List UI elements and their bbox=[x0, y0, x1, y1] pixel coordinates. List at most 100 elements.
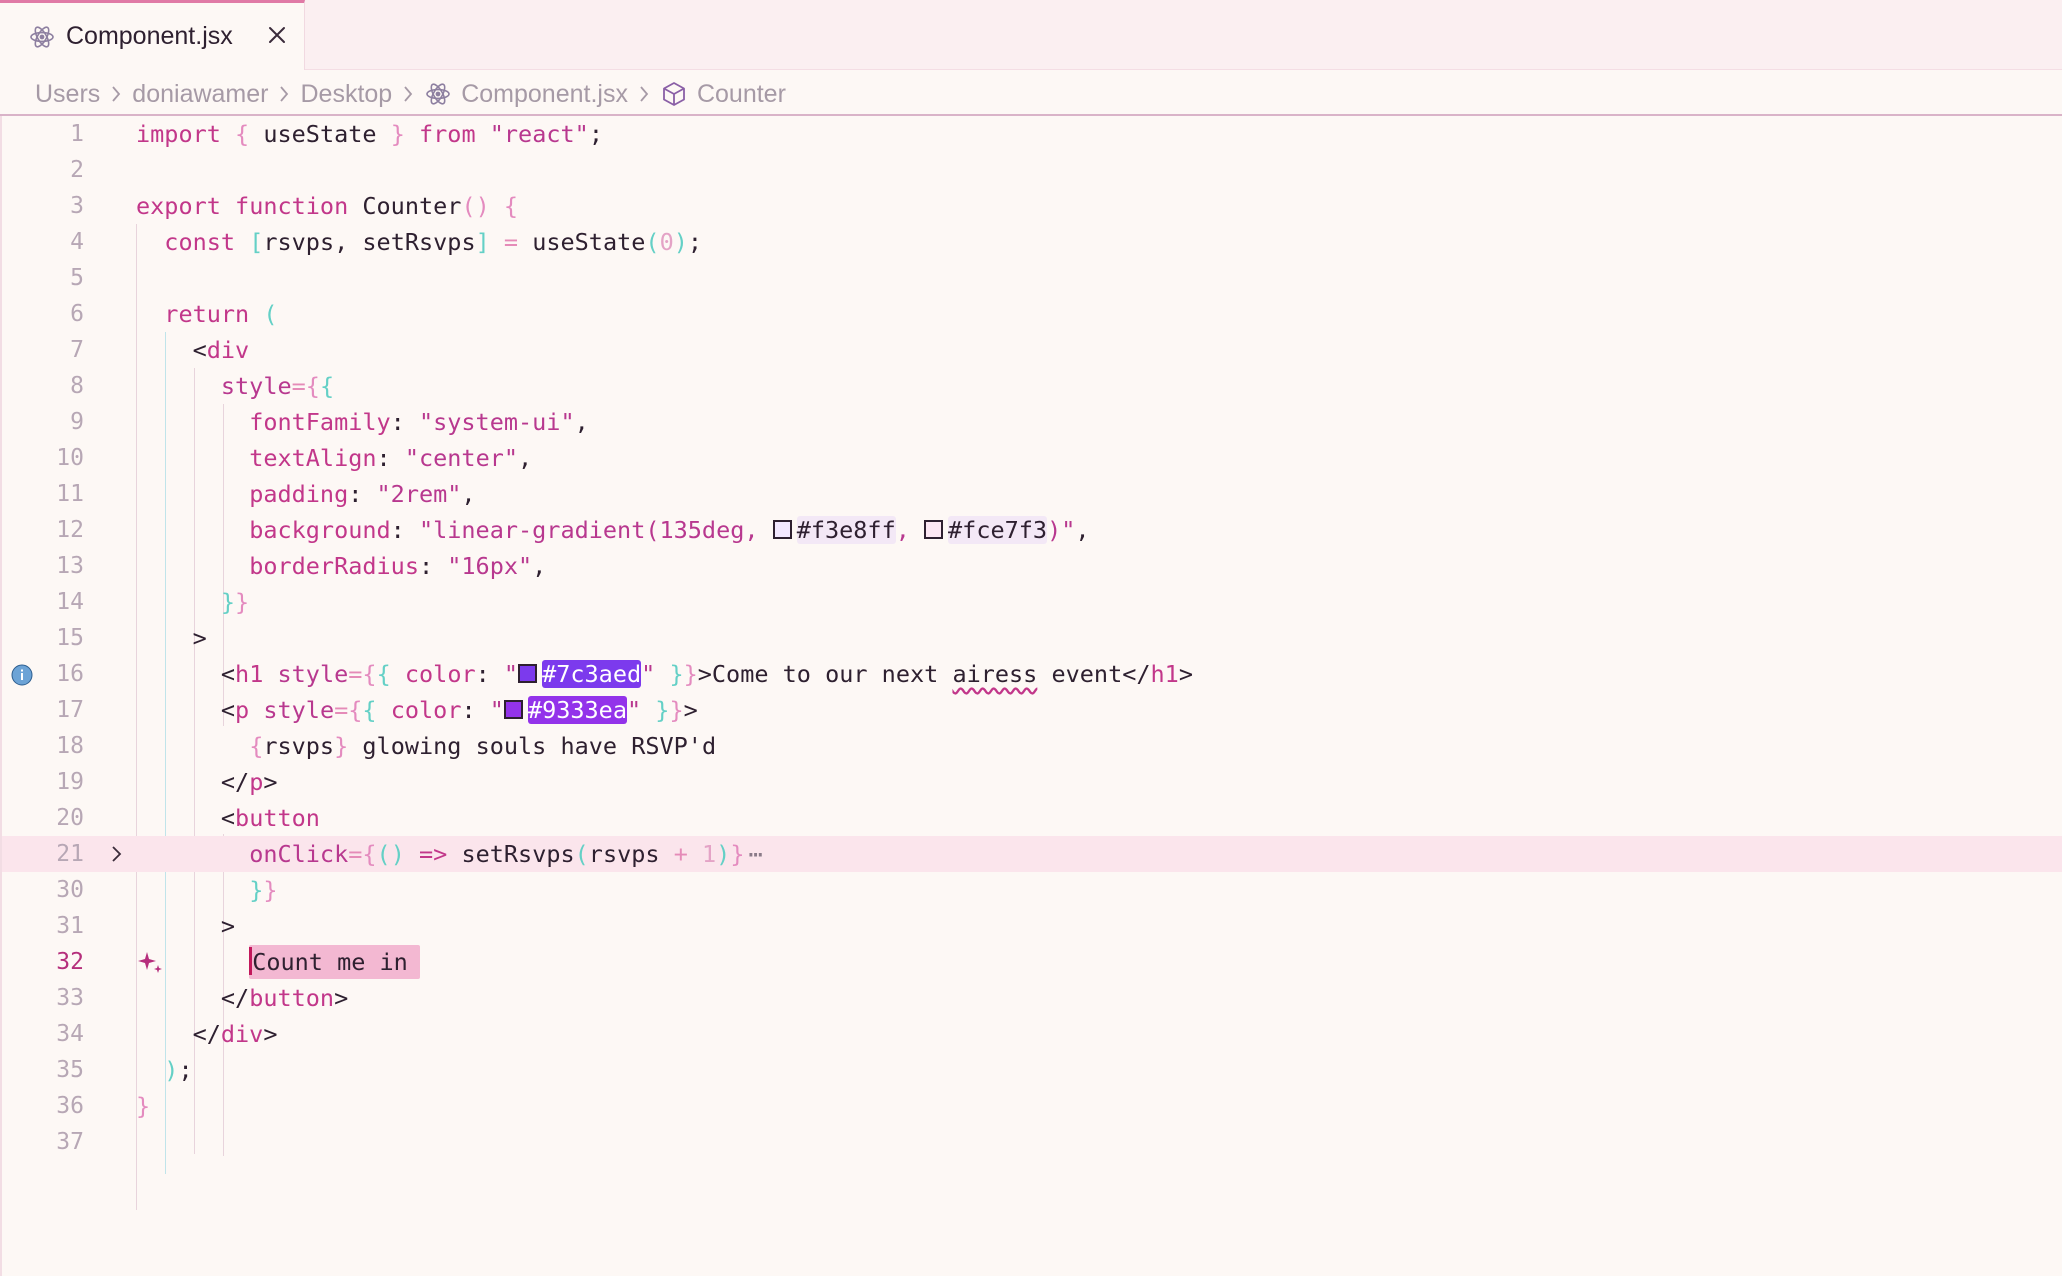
line-number: 1 bbox=[70, 121, 84, 147]
color-swatch[interactable] bbox=[503, 700, 523, 719]
color-swatch[interactable] bbox=[924, 520, 944, 539]
code-line: 17 <p style={{ color: " #9333ea" }}> bbox=[2, 692, 2062, 728]
breadcrumb-item-users[interactable]: Users bbox=[35, 80, 100, 109]
code-text: import { useState } from "react"; bbox=[136, 120, 603, 148]
code-text: > bbox=[136, 624, 207, 652]
code-text: <button bbox=[136, 804, 320, 832]
code-text: </p> bbox=[136, 768, 278, 796]
code-text: return ( bbox=[164, 300, 278, 328]
color-swatch[interactable] bbox=[518, 664, 538, 683]
code-line: 11 padding: "2rem", bbox=[2, 476, 2062, 512]
line-number: 14 bbox=[56, 589, 84, 615]
tab-bar: Component.jsx bbox=[0, 0, 2062, 70]
code-text: onClick={() => setRsvps(rsvps + 1)} ⋯ bbox=[249, 840, 763, 868]
code-line: 16 <h1 style={{ color: " #7c3aed" }}>Come… bbox=[2, 656, 2062, 692]
line-number: 35 bbox=[56, 1057, 84, 1083]
code-text: <h1 style={{ color: " #7c3aed" }}>Come to… bbox=[136, 660, 1193, 688]
code-line: 4 const [rsvps, setRsvps] = useState(0); bbox=[2, 224, 2062, 260]
code-line: 5 bbox=[2, 260, 2062, 296]
line-number: 10 bbox=[56, 445, 84, 471]
code-text: style={{ bbox=[220, 372, 335, 400]
line-number: 18 bbox=[56, 733, 84, 759]
line-number: 12 bbox=[56, 517, 84, 543]
code-editor[interactable]: 1 import { useState } from "react"; 2 3 … bbox=[0, 116, 2062, 1276]
code-text: textAlign: "center", bbox=[249, 444, 533, 472]
code-text: } bbox=[136, 1092, 151, 1120]
code-line: 31 > bbox=[2, 908, 2062, 944]
line-number: 3 bbox=[70, 193, 84, 219]
chevron-right-icon bbox=[404, 86, 413, 102]
react-icon bbox=[30, 26, 54, 48]
line-number: 34 bbox=[56, 1021, 84, 1047]
code-text: {rsvps} glowing souls have RSVP'd bbox=[249, 732, 717, 760]
code-text: background: "linear-gradient(135deg, #f3… bbox=[249, 516, 1090, 544]
code-line: 3 export function Counter() { bbox=[2, 188, 2062, 224]
line-number: 8 bbox=[70, 373, 84, 399]
code-text: padding: "2rem", bbox=[249, 480, 476, 508]
line-number: 30 bbox=[56, 877, 84, 903]
line-number: 33 bbox=[56, 985, 84, 1011]
code-text: <p style={{ color: " #9333ea" }}> bbox=[136, 696, 698, 724]
code-text: const [rsvps, setRsvps] = useState(0); bbox=[164, 228, 703, 256]
code-text: Count me in bbox=[136, 944, 420, 980]
line-number: 5 bbox=[70, 265, 84, 291]
code-line: 9 fontFamily: "system-ui", bbox=[2, 404, 2062, 440]
code-text: borderRadius: "16px", bbox=[249, 552, 547, 580]
tab-label: Component.jsx bbox=[66, 22, 233, 50]
code-line: 8 style={{ bbox=[2, 368, 2062, 404]
react-icon bbox=[426, 83, 451, 105]
code-line-folded: 21 onClick={() => setRsvps(rsvps + 1)} ⋯ bbox=[2, 836, 2062, 872]
code-line: 34 </div> bbox=[2, 1016, 2062, 1052]
breadcrumb-item-file[interactable]: Component.jsx bbox=[461, 80, 628, 109]
line-number: 2 bbox=[70, 157, 84, 183]
code-text: </button> bbox=[136, 984, 349, 1012]
line-number: 31 bbox=[56, 913, 84, 939]
code-line: 14 }} bbox=[2, 584, 2062, 620]
line-number: 15 bbox=[56, 625, 84, 651]
fold-ellipsis[interactable]: ⋯ bbox=[748, 840, 762, 868]
line-number: 16 bbox=[56, 661, 84, 687]
code-line: 37 bbox=[2, 1124, 2062, 1160]
code-line: 35 ); bbox=[2, 1052, 2062, 1088]
code-line: 15 > bbox=[2, 620, 2062, 656]
code-line: 12 background: "linear-gradient(135deg, … bbox=[2, 512, 2062, 548]
code-line: 36 } bbox=[2, 1088, 2062, 1124]
code-text: }} bbox=[220, 588, 250, 616]
line-number: 37 bbox=[56, 1129, 84, 1155]
spelling-warning: airess bbox=[952, 660, 1038, 688]
code-line: 6 return ( bbox=[2, 296, 2062, 332]
code-line: 33 </button> bbox=[2, 980, 2062, 1016]
token: import bbox=[136, 120, 221, 148]
tab-component-jsx[interactable]: Component.jsx bbox=[0, 0, 305, 70]
code-text: ); bbox=[164, 1056, 193, 1084]
code-text: > bbox=[136, 912, 236, 940]
line-number: 6 bbox=[70, 301, 84, 327]
line-number: 17 bbox=[56, 697, 84, 723]
close-icon[interactable] bbox=[263, 21, 291, 49]
line-number: 4 bbox=[70, 229, 84, 255]
code-line: 20 <button bbox=[2, 800, 2062, 836]
cube-icon bbox=[663, 82, 685, 106]
line-number: 21 bbox=[56, 841, 84, 867]
breadcrumb-item-desktop[interactable]: Desktop bbox=[300, 80, 392, 109]
code-line: 7 <div bbox=[2, 332, 2062, 368]
line-number: 7 bbox=[70, 337, 84, 363]
line-number: 9 bbox=[70, 409, 84, 435]
color-swatch[interactable] bbox=[772, 520, 792, 539]
breadcrumb: Users doniawamer Desktop Component.jsx C… bbox=[35, 76, 786, 112]
breadcrumb-item-user[interactable]: doniawamer bbox=[132, 80, 268, 109]
chevron-right-icon[interactable] bbox=[106, 844, 126, 864]
code-text: export function Counter() { bbox=[136, 192, 519, 220]
line-number: 19 bbox=[56, 769, 84, 795]
code-line: 2 bbox=[2, 152, 2062, 188]
code-text: }} bbox=[249, 876, 278, 904]
line-number: 36 bbox=[56, 1093, 84, 1119]
breadcrumb-item-symbol[interactable]: Counter bbox=[697, 80, 786, 109]
line-number: 32 bbox=[56, 949, 84, 975]
text-selection: Count me in bbox=[249, 945, 420, 979]
code-line: 30 }} bbox=[2, 872, 2062, 908]
line-number: 11 bbox=[56, 481, 84, 507]
chevron-right-icon bbox=[640, 86, 649, 102]
chevron-right-icon bbox=[112, 86, 121, 102]
chevron-right-icon bbox=[280, 86, 289, 102]
